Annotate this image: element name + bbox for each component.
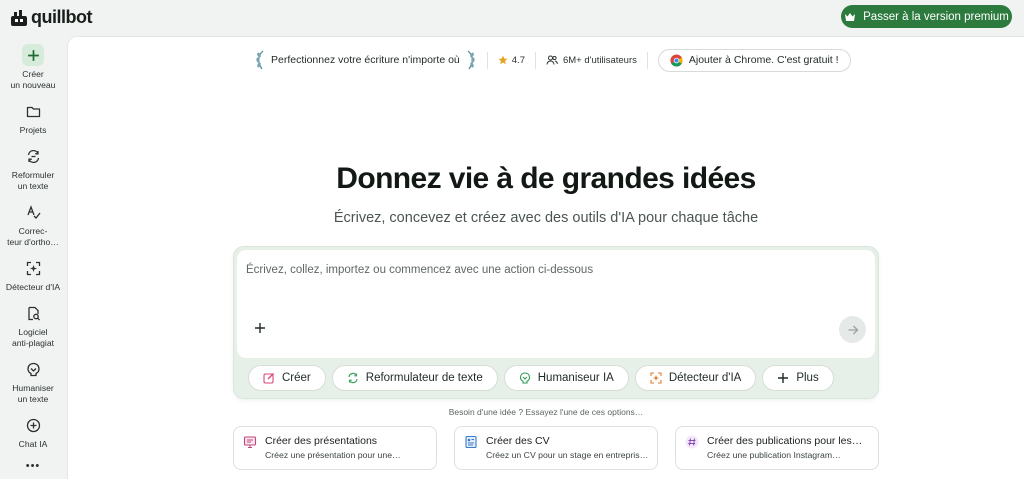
edit-icon (263, 373, 274, 384)
sidebar-item-label: Projets (19, 125, 47, 135)
paraphrase-icon (22, 145, 44, 167)
sidebar-item-grammar-checker[interactable]: Correc- teur d'ortho… (0, 201, 66, 248)
upgrade-premium-label: Passer à la version premium (863, 10, 1009, 23)
hero-title: Donnez vie à de grandes idées (336, 162, 756, 195)
promo-bar: Perfectionnez votre écriture n'importe o… (254, 47, 851, 73)
hashtag-icon (685, 435, 699, 449)
crown-icon (845, 12, 856, 21)
sidebar-item-label: Correc- (18, 226, 48, 236)
plus-icon (778, 373, 789, 383)
plus-icon (255, 323, 265, 333)
sidebar-item-projects[interactable]: Projets (0, 100, 66, 136)
plus-icon (22, 44, 44, 66)
spellcheck-icon (22, 201, 44, 223)
top-bar: quillbot Passer à la version premium (0, 0, 1024, 34)
chip-ai-detector[interactable]: Détecteur d'IA (634, 365, 757, 391)
chip-label: Humaniseur IA (537, 372, 614, 384)
humanizer-icon (519, 372, 530, 384)
send-button[interactable] (839, 316, 866, 343)
humanizer-icon (22, 358, 44, 380)
quillbot-logo-icon (11, 9, 27, 26)
arrow-right-icon (848, 325, 858, 334)
ai-detector-icon (22, 257, 44, 279)
star-icon (498, 55, 508, 65)
chip-label: Créer (282, 372, 311, 384)
sidebar-item-plagiarism-checker[interactable]: Logiciel anti-plagiat (0, 302, 66, 349)
chip-label: Reformulateur de texte (365, 372, 483, 384)
more-icon: ••• (25, 460, 41, 472)
folder-icon (22, 100, 44, 122)
users-icon (546, 55, 558, 65)
sidebar-item-paraphraser[interactable]: Reformuler un texte (0, 145, 66, 192)
resume-icon (465, 435, 477, 449)
chip-paraphraser[interactable]: Reformulateur de texte (331, 365, 498, 391)
chrome-icon (670, 53, 683, 67)
sidebar-item-label: Humaniser (12, 383, 54, 393)
suggestion-card-social-posts[interactable]: Créer des publications pour les… Créez u… (675, 426, 879, 470)
promo-title: Perfectionnez votre écriture n'importe o… (271, 54, 460, 66)
paraphrase-icon (348, 372, 358, 384)
user-count-label: 6M+ d'utilisateurs (562, 54, 637, 66)
sidebar-item-label: un texte (17, 181, 49, 191)
presentation-icon (243, 436, 257, 448)
card-description: Créez une publication Instagram… (707, 450, 841, 460)
card-description: Créez une présentation pour une… (265, 450, 401, 460)
laurel-left-icon (256, 50, 264, 70)
sidebar-more-button[interactable]: ••• (0, 458, 66, 472)
sidebar-item-ai-chat[interactable]: Chat IA (0, 414, 66, 450)
rating-value: 4.7 (511, 54, 525, 66)
sidebar-item-label: Logiciel (18, 327, 48, 337)
card-title: Créer des CV (486, 435, 550, 447)
sidebar-item-label: un texte (17, 394, 49, 404)
promo-divider (486, 51, 488, 69)
card-description: Créez un CV pour un stage en entrepris… (486, 450, 649, 460)
quillbot-logo[interactable]: quillbot (10, 7, 92, 28)
ai-detector-icon (650, 372, 662, 384)
sidebar-item-humanizer[interactable]: Humaniser un texte (0, 358, 66, 405)
rating: 4.7 (498, 55, 525, 66)
sidebar-item-label: un nouveau (10, 80, 56, 90)
promo-divider (646, 51, 648, 69)
sidebar-item-label: anti-plagiat (11, 338, 55, 348)
main-panel: Perfectionnez votre écriture n'importe o… (67, 36, 1024, 479)
add-to-chrome-button[interactable]: Ajouter à Chrome. C'est gratuit ! (657, 48, 851, 72)
composer: Écrivez, collez, importez ou commencez a… (233, 246, 879, 399)
hero-subtitle: Écrivez, concevez et créez avec des outi… (333, 210, 759, 226)
sidebar: Créer un nouveau Projets Reformuler un t… (0, 34, 66, 479)
sidebar-item-create[interactable]: Créer un nouveau (0, 44, 66, 91)
chip-humanizer[interactable]: Humaniseur IA (503, 365, 629, 391)
sidebar-item-label: Chat IA (18, 439, 48, 449)
card-title: Créer des présentations (265, 435, 378, 447)
chip-more[interactable]: Plus (762, 365, 834, 391)
upgrade-premium-button[interactable]: Passer à la version premium (841, 5, 1012, 28)
attach-button[interactable] (252, 320, 268, 336)
suggestions-hint: Besoin d'une idée ? Essayez l'une de ces… (448, 407, 644, 417)
sidebar-item-label: Reformuler (11, 170, 55, 180)
prompt-placeholder: Écrivez, collez, importez ou commencez a… (246, 264, 594, 276)
sidebar-item-label: Créer (22, 69, 44, 79)
sidebar-item-label: teur d'ortho… (7, 237, 59, 247)
prompt-input[interactable]: Écrivez, collez, importez ou commencez a… (237, 250, 875, 358)
suggestion-card-resume[interactable]: Créer des CV Créez un CV pour un stage e… (454, 426, 658, 470)
sidebar-item-ai-detector[interactable]: Détecteur d'IA (0, 257, 66, 293)
chip-label: Détecteur d'IA (668, 372, 742, 384)
suggestion-cards: Créer des présentations Créez une présen… (233, 426, 879, 470)
logo-wordmark: quillbot (31, 7, 92, 27)
user-count: 6M+ d'utilisateurs (546, 54, 637, 66)
action-chips: Créer Reformulateur de texte Humaniseur … (248, 365, 834, 391)
plagiarism-icon (22, 302, 44, 324)
chat-icon (22, 414, 44, 436)
suggestion-card-presentations[interactable]: Créer des présentations Créez une présen… (233, 426, 437, 470)
laurel-right-icon (467, 50, 475, 70)
chip-label: Plus (796, 372, 819, 384)
chip-create[interactable]: Créer (248, 365, 326, 391)
promo-divider (534, 51, 536, 69)
add-to-chrome-label: Ajouter à Chrome. C'est gratuit ! (688, 54, 839, 66)
sidebar-item-label: Détecteur d'IA (5, 282, 61, 292)
card-title: Créer des publications pour les… (707, 435, 863, 447)
